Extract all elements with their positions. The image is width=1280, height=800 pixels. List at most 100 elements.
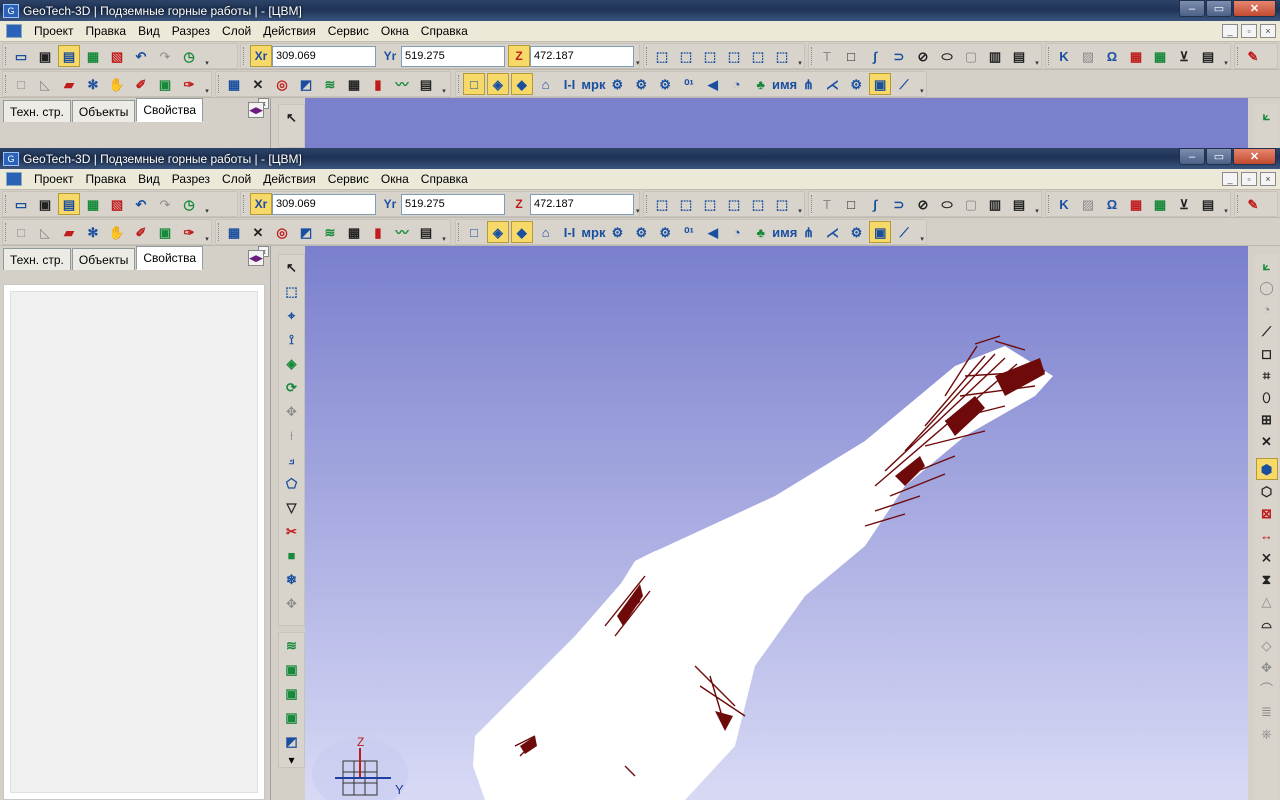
- box-edit-icon[interactable]: ▧: [106, 193, 128, 215]
- layers-icon[interactable]: ▤: [58, 45, 80, 67]
- grid-icon[interactable]: ▦: [1149, 45, 1171, 67]
- wireframe-icon[interactable]: □: [463, 73, 485, 95]
- frame-icon[interactable]: ▢: [960, 45, 982, 67]
- fan-icon[interactable]: ✻: [82, 221, 104, 243]
- pen-icon[interactable]: ✎: [1242, 193, 1264, 215]
- marker-icon[interactable]: ✐: [130, 221, 152, 243]
- toolbar-dropdown-icon[interactable]: ▾: [1033, 193, 1041, 215]
- menu-service[interactable]: Сервис: [322, 172, 375, 186]
- vertex-icon[interactable]: ▽: [281, 496, 303, 518]
- save-icon[interactable]: ▣: [34, 193, 56, 215]
- surface-icon[interactable]: ◈: [486, 221, 509, 243]
- tunnel-section-icon[interactable]: ⌓: [1256, 612, 1278, 634]
- close-button[interactable]: ✕: [1233, 0, 1276, 17]
- toolbar-dropdown-icon[interactable]: ▾: [203, 221, 211, 243]
- scale-tool-icon[interactable]: ◻: [1256, 342, 1278, 364]
- view-cube-5-icon[interactable]: ⬚: [747, 45, 769, 67]
- toolbar-dropdown-icon[interactable]: ▾: [1222, 45, 1230, 67]
- axis-tool-icon[interactable]: ⟀: [1256, 104, 1278, 126]
- mdi-restore-button[interactable]: ▫: [1241, 172, 1257, 186]
- eraser-icon[interactable]: ✑: [178, 73, 200, 95]
- menu-edit[interactable]: Правка: [80, 24, 133, 38]
- table-icon[interactable]: ▤: [1197, 45, 1219, 67]
- polyline-icon[interactable]: ∫: [864, 45, 886, 67]
- drill-3-icon[interactable]: ⚙: [654, 221, 676, 243]
- palette-icon[interactable]: ▦: [1125, 193, 1147, 215]
- fan-icon[interactable]: ✻: [82, 73, 104, 95]
- ruler-icon[interactable]: ◺: [34, 73, 56, 95]
- toolbar-dropdown-icon[interactable]: ▾: [636, 45, 640, 67]
- tab-properties[interactable]: Свойства: [136, 246, 204, 270]
- stamp-icon[interactable]: ▥: [984, 193, 1006, 215]
- mdi-close-button[interactable]: ×: [1260, 172, 1276, 186]
- menu-view[interactable]: Вид: [132, 24, 166, 38]
- cross-icon[interactable]: ✕: [247, 73, 269, 95]
- menu-actions[interactable]: Действия: [257, 172, 322, 186]
- clock-icon[interactable]: ◷: [178, 193, 200, 215]
- dimension-icon[interactable]: ↔: [1256, 524, 1278, 546]
- solid-surface-icon[interactable]: ◆: [510, 73, 533, 95]
- tab-objects[interactable]: Объекты: [71, 100, 136, 122]
- circle-icon[interactable]: ⊘: [912, 45, 934, 67]
- nodes-icon[interactable]: ⋌: [821, 73, 843, 95]
- toolbar-dropdown-icon[interactable]: ▾: [636, 193, 640, 215]
- mrk-icon[interactable]: мрк: [581, 221, 605, 243]
- diamond-icon[interactable]: ◇: [1256, 634, 1278, 656]
- k-tool-icon[interactable]: K: [1053, 45, 1075, 67]
- stack-icon[interactable]: ≣: [1256, 700, 1278, 722]
- cube-delete-icon[interactable]: ⊠: [1256, 502, 1278, 524]
- toolbar-dropdown-icon[interactable]: ▾: [796, 193, 804, 215]
- measure-point-icon[interactable]: ⁰¹: [678, 73, 700, 95]
- x-input[interactable]: [272, 193, 376, 215]
- target-icon[interactable]: ◎: [271, 73, 293, 95]
- layer-stack-icon[interactable]: ≋: [319, 221, 341, 243]
- geotech-app-icon[interactable]: G: [3, 3, 19, 18]
- geotech-app-icon[interactable]: G: [3, 151, 19, 166]
- layers-icon[interactable]: ▤: [58, 193, 80, 215]
- clock-icon[interactable]: ◷: [178, 45, 200, 67]
- mrk-icon[interactable]: мрк: [581, 73, 605, 95]
- panel-icon[interactable]: ▤: [415, 73, 437, 95]
- node-edit-icon[interactable]: ⟟: [281, 328, 303, 350]
- select-lasso-icon[interactable]: ⌖: [281, 304, 303, 326]
- menu-section[interactable]: Разрез: [166, 172, 216, 186]
- arc-icon[interactable]: ⊃: [888, 193, 910, 215]
- arc-icon[interactable]: ⊃: [888, 45, 910, 67]
- cross-move-icon[interactable]: ✥: [1256, 656, 1278, 678]
- rectangle-icon[interactable]: □: [840, 193, 862, 215]
- triangle-icon[interactable]: △: [1256, 590, 1278, 612]
- menu-project[interactable]: Проект: [28, 172, 80, 186]
- pointer-icon[interactable]: ↖: [281, 256, 303, 278]
- view-cube-4-icon[interactable]: ⬚: [723, 45, 745, 67]
- drill-1-icon[interactable]: ⚙: [606, 221, 628, 243]
- circle-tool-icon[interactable]: ◯: [1256, 276, 1278, 298]
- ellipse-icon[interactable]: ⬭: [936, 193, 958, 215]
- box-select-icon[interactable]: ▣: [869, 73, 892, 95]
- add-point-icon[interactable]: ◈: [281, 352, 303, 374]
- layer-stack-icon[interactable]: ≋: [319, 73, 341, 95]
- layers-stack-icon[interactable]: ≋: [281, 634, 303, 656]
- select-box-icon[interactable]: □: [10, 221, 32, 243]
- tab-scroll-icon[interactable]: ◀▶: [248, 102, 264, 118]
- bounds-icon[interactable]: ⌗: [1256, 364, 1278, 386]
- fill-icon[interactable]: ■: [281, 544, 303, 566]
- cube-tools-icon[interactable]: ▦: [82, 193, 104, 215]
- z-input[interactable]: [530, 45, 634, 67]
- cube-color-icon[interactable]: ◩: [281, 730, 303, 752]
- toolbar-dropdown-icon[interactable]: ▾: [440, 73, 448, 95]
- tab-objects[interactable]: Объекты: [71, 248, 136, 270]
- ruler-pen-icon[interactable]: ⟋: [893, 73, 915, 95]
- menu-service[interactable]: Сервис: [322, 24, 375, 38]
- toolbar-dropdown-icon[interactable]: ▾: [288, 753, 294, 767]
- ellipse-icon[interactable]: ⬭: [936, 45, 958, 67]
- toolbar-dropdown-icon[interactable]: ▾: [203, 193, 211, 215]
- cylinder-icon[interactable]: ⬯: [1256, 386, 1278, 408]
- polyline-edit-icon[interactable]: ⟓: [281, 448, 303, 470]
- measure-point-icon[interactable]: ⁰¹: [678, 221, 700, 243]
- arc-tool-icon[interactable]: ◔: [1256, 298, 1278, 320]
- tree-icon[interactable]: ⋔: [798, 221, 820, 243]
- toolbar-dropdown-icon[interactable]: ▾: [918, 221, 926, 243]
- omega-icon[interactable]: Ω: [1101, 193, 1123, 215]
- toolbar-dropdown-icon[interactable]: ▾: [203, 45, 211, 67]
- save-icon[interactable]: ▣: [34, 45, 56, 67]
